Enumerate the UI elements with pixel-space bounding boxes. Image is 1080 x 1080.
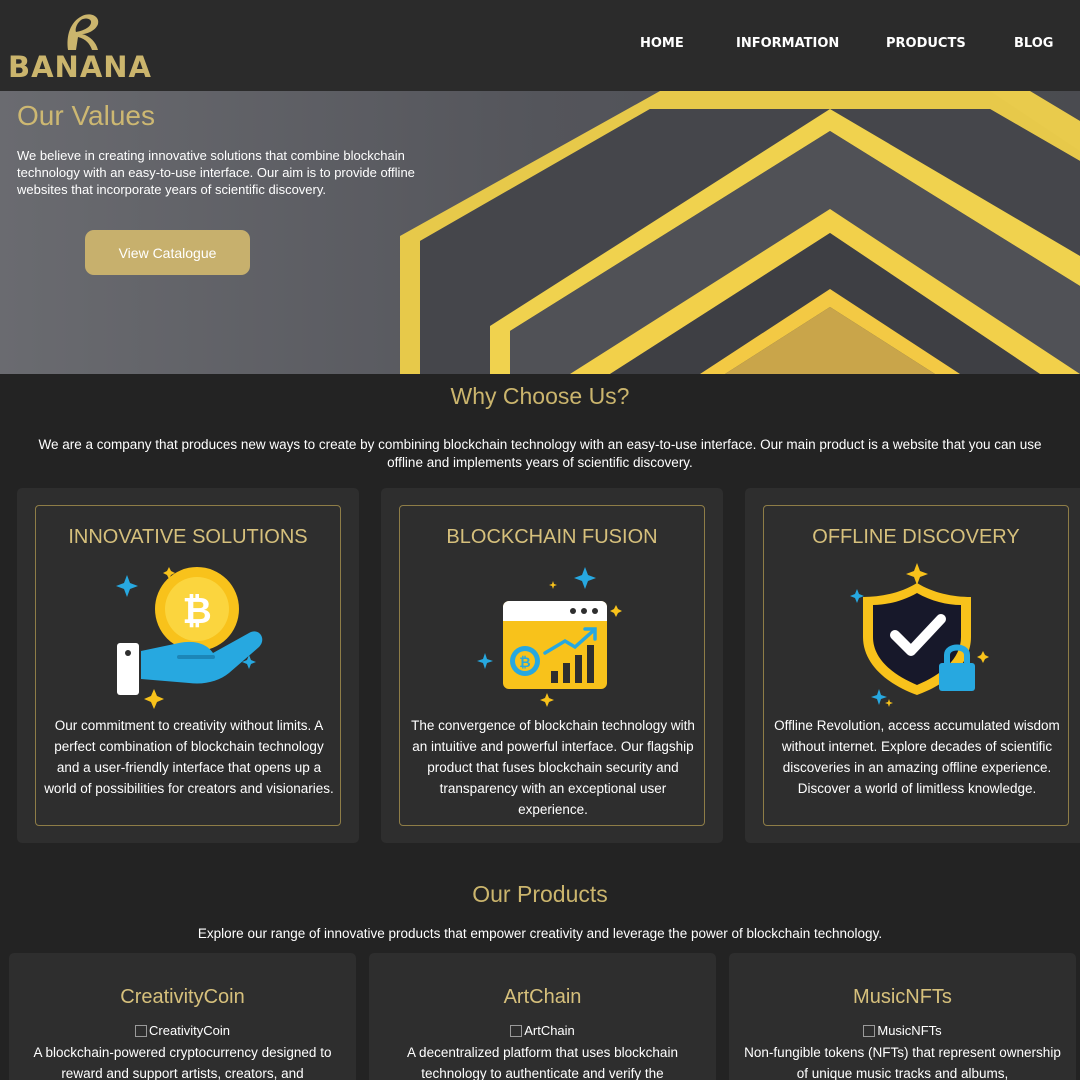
svg-text:₿: ₿ [519,655,530,671]
product-title: MusicNFTs [853,986,952,1008]
broken-image-icon [135,1025,148,1037]
our-products-title: Our Products [472,881,608,907]
product-description: Non-fungible tokens (NFTs) that represen… [744,1045,1061,1080]
nav-blog[interactable]: BLOG [1014,36,1053,51]
nav-products[interactable]: PRODUCTS [886,36,966,51]
hand-bitcoin-icon: ₿ [116,567,263,709]
feature-card-border: INNOVATIVE SOLUTIONS ₿ Our commitment to… [35,505,341,826]
why-choose-us-text: We are a company that produces new ways … [38,437,1042,470]
why-choose-us-title: Why Choose Us? [450,383,630,409]
product-card-musicnfts: MusicNFTs MusicNFTs Non-fungible tokens … [729,953,1076,1080]
feature-card-border: OFFLINE DISCOVERY Offline Revolution, ac… [763,505,1069,826]
feature-card-border: BLOCKCHAIN FUSION ₿ The convergence of b… [399,505,705,826]
feature-card-offline: OFFLINE DISCOVERY Offline Revolution, ac… [745,488,1080,843]
product-description: A decentralized platform that uses block… [407,1045,678,1080]
feature-description: Offline Revolution, access accumulated w… [774,718,1060,796]
view-catalogue-button[interactable]: View Catalogue [85,230,250,275]
banana-logo-mark-icon [67,14,99,51]
our-products-text: Explore our range of innovative products… [197,926,883,941]
shield-lock-icon [850,563,989,707]
feature-title: INNOVATIVE SOLUTIONS [68,526,308,548]
hero-banner: Our Values We believe in creating innova… [0,91,1080,374]
feature-description: Our commitment to creativity without lim… [44,718,334,796]
product-image-alt: ArtChain [524,1023,575,1038]
product-image-alt: CreativityCoin [149,1023,230,1038]
product-card-creativitycoin: CreativityCoin CreativityCoin A blockcha… [9,953,356,1080]
brand-name: BANANA [8,50,152,84]
product-title: ArtChain [503,986,582,1008]
feature-description: The convergence of blockchain technology… [411,718,695,817]
product-image: ArtChain [369,1023,716,1038]
site-header: BANANA HOME INFORMATION PRODUCTS BLOG [0,0,1080,91]
broken-image-icon [863,1025,876,1037]
feature-card-blockchain: BLOCKCHAIN FUSION ₿ The convergence of b… [381,488,723,843]
banana-logo[interactable]: BANANA [8,12,151,84]
feature-title: BLOCKCHAIN FUSION [446,526,658,548]
product-title: CreativityCoin [120,986,245,1008]
product-card-artchain: ArtChain ArtChain A decentralized platfo… [369,953,716,1080]
product-image: MusicNFTs [729,1023,1076,1038]
feature-card-innovative: INNOVATIVE SOLUTIONS ₿ Our commitment to… [17,488,359,843]
browser-chart-icon: ₿ [477,567,622,707]
hero-description: We believe in creating innovative soluti… [17,148,415,197]
broken-image-icon [510,1025,523,1037]
product-description: A blockchain-powered cryptocurrency desi… [33,1045,332,1080]
svg-text:₿: ₿ [182,591,211,632]
nav-information[interactable]: INFORMATION [736,36,839,51]
feature-title: OFFLINE DISCOVERY [812,526,1020,548]
product-image: CreativityCoin [9,1023,356,1038]
product-image-alt: MusicNFTs [877,1023,942,1038]
hero-title: Our Values [17,100,155,131]
nav-home[interactable]: HOME [640,36,684,51]
